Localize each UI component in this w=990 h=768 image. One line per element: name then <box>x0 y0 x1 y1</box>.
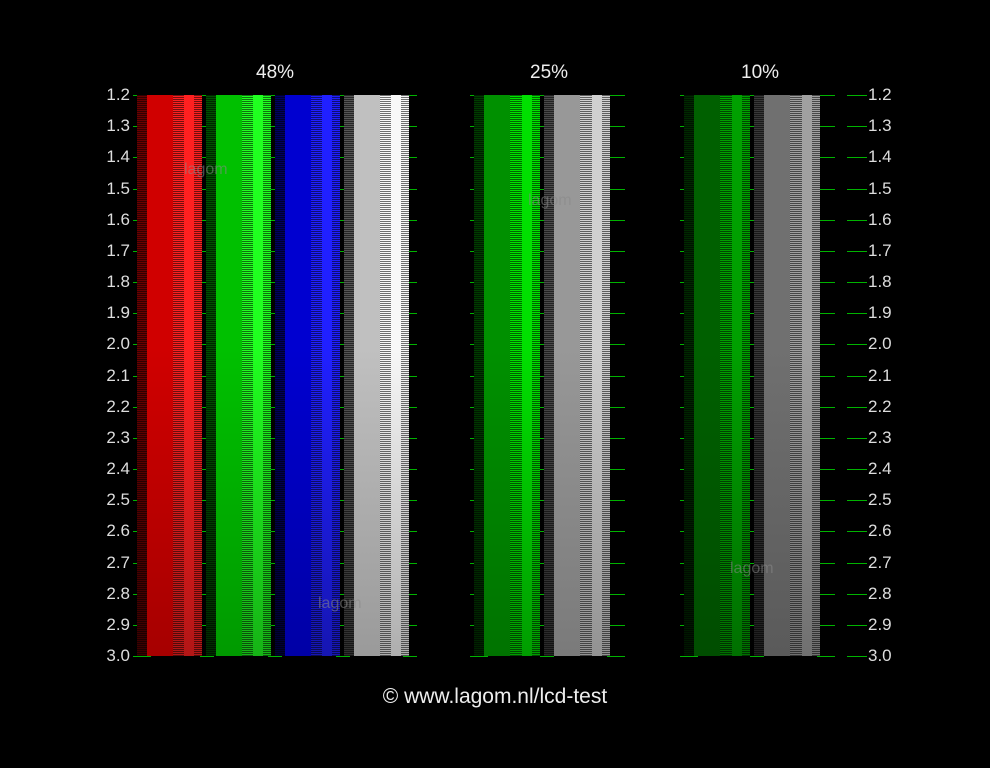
gamma-tick-mark <box>607 656 625 657</box>
stripe <box>812 95 820 656</box>
stripe <box>173 95 184 656</box>
stripe <box>790 95 801 656</box>
stripe <box>532 95 540 656</box>
stripe <box>694 95 720 656</box>
gamma-tick-mark <box>403 656 417 657</box>
stripe <box>311 95 322 656</box>
column-grey <box>754 95 820 656</box>
stripe <box>580 95 591 656</box>
stripe <box>354 95 380 656</box>
stripe <box>242 95 253 656</box>
gamma-tick-mark <box>680 656 698 657</box>
stripe <box>147 95 173 656</box>
stripe <box>754 95 764 656</box>
stripe <box>322 95 332 656</box>
stripe <box>263 95 271 656</box>
column-red <box>137 95 202 656</box>
stripe <box>764 95 790 656</box>
stripe <box>332 95 340 656</box>
stripe <box>184 95 194 656</box>
stripe <box>522 95 533 656</box>
column-green <box>474 95 540 656</box>
stripe <box>544 95 554 656</box>
stripe <box>554 95 580 656</box>
column-green <box>684 95 750 656</box>
gamma-tick-mark <box>540 656 554 657</box>
stripe <box>802 95 813 656</box>
stripe <box>275 95 285 656</box>
stripe <box>602 95 610 656</box>
stripe <box>194 95 202 656</box>
stripe <box>474 95 484 656</box>
stripe <box>137 95 147 656</box>
gamma-tick-mark <box>200 656 214 657</box>
gamma-tick-mark <box>847 656 867 657</box>
gamma-tick-mark <box>268 656 282 657</box>
panel-p25 <box>474 95 614 656</box>
gamma-tick-mark <box>336 656 350 657</box>
column-grey <box>344 95 409 656</box>
stripe <box>484 95 510 656</box>
stripe <box>732 95 743 656</box>
stripe <box>206 95 216 656</box>
stripe <box>401 95 409 656</box>
panel-p48 <box>137 95 413 656</box>
panel-p10 <box>684 95 824 656</box>
gamma-tick-mark <box>470 656 488 657</box>
stripe <box>510 95 521 656</box>
stripe <box>720 95 731 656</box>
stripe <box>216 95 242 656</box>
stripe <box>285 95 311 656</box>
stripe <box>391 95 401 656</box>
column-blue <box>275 95 340 656</box>
footer-credit: © www.lagom.nl/lcd-test <box>0 685 990 709</box>
gamma-tick-mark <box>750 656 764 657</box>
stripe <box>684 95 694 656</box>
column-grey <box>544 95 610 656</box>
stripe-panels <box>0 95 990 656</box>
stripe <box>742 95 750 656</box>
stripe <box>380 95 391 656</box>
column-green <box>206 95 271 656</box>
stripe <box>253 95 263 656</box>
gamma-tick-mark <box>817 656 835 657</box>
gamma-tick-mark <box>133 656 151 657</box>
stripe <box>344 95 354 656</box>
stripe <box>592 95 603 656</box>
